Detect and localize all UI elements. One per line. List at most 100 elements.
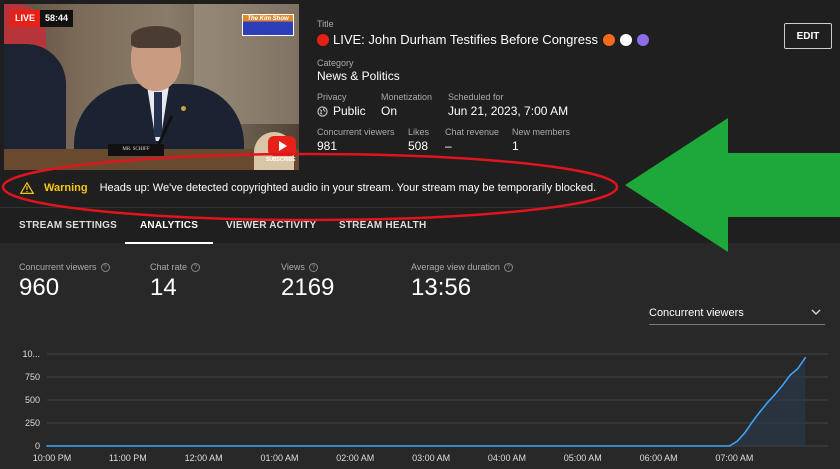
stat-avg-duration-label-text: Average view duration bbox=[411, 262, 500, 272]
x-tick-label: 10:00 PM bbox=[33, 453, 72, 463]
stat-concurrent-value: 960 bbox=[19, 274, 60, 301]
tab-analytics[interactable]: ANALYTICS bbox=[124, 208, 214, 244]
x-tick-label: 01:00 AM bbox=[260, 453, 298, 463]
viewers-points bbox=[46, 356, 807, 447]
x-tick-label: 12:00 AM bbox=[185, 453, 223, 463]
stat-concurrent-label: Concurrent viewers? bbox=[19, 262, 110, 272]
help-icon[interactable]: ? bbox=[308, 262, 318, 272]
data-point bbox=[736, 440, 738, 443]
data-point bbox=[774, 393, 776, 396]
lapel-pin bbox=[181, 106, 186, 111]
tab-stream-settings[interactable]: STREAM SETTINGS bbox=[19, 208, 117, 244]
stat-views-label: Views? bbox=[281, 262, 318, 272]
concurrent-viewers-chart: 0 250 500 750 10... 10:00 PM 11:00 PM 12:00 AM… bbox=[22, 349, 828, 463]
stat-views-value: 2169 bbox=[281, 274, 335, 301]
live-label: LIVE bbox=[10, 10, 41, 27]
y-tick-label: 750 bbox=[25, 372, 40, 382]
x-tick-label: 05:00 AM bbox=[564, 453, 602, 463]
x-axis-ticks: 10:00 PM 11:00 PM 12:00 AM 01:00 AM 02:00 AM… bbox=[33, 453, 754, 463]
chevron-down-icon bbox=[811, 309, 821, 315]
chart-grid bbox=[47, 353, 828, 447]
help-icon[interactable]: ? bbox=[100, 262, 110, 272]
edit-button[interactable]: EDIT bbox=[784, 23, 832, 49]
purple-circle-icon bbox=[636, 33, 649, 46]
privacy-text: Public bbox=[333, 104, 366, 118]
x-tick-label: 03:00 AM bbox=[412, 453, 450, 463]
monetization-label: Monetization bbox=[381, 92, 433, 102]
nameplate: MR. SCHIFF bbox=[108, 144, 164, 156]
stream-title-text: LIVE: John Durham Testifies Before Congr… bbox=[333, 32, 598, 47]
x-tick-label: 04:00 AM bbox=[488, 453, 526, 463]
elapsed-time: 58:44 bbox=[40, 10, 74, 27]
privacy-label: Privacy bbox=[317, 92, 347, 102]
stat-views-label-text: Views bbox=[281, 262, 305, 272]
metric-select[interactable]: Concurrent viewers bbox=[649, 303, 825, 325]
monetization-value: On bbox=[381, 104, 398, 118]
title-label: Title bbox=[317, 19, 334, 29]
red-circle-icon bbox=[317, 33, 329, 46]
data-point bbox=[743, 432, 746, 434]
stream-preview[interactable]: MR. SCHIFF LIVE 58:44 The Kim Show SUBSC… bbox=[4, 4, 299, 170]
concurrent-value: 981 bbox=[317, 139, 338, 153]
stream-title: LIVE: John Durham Testifies Before Congr… bbox=[317, 32, 649, 47]
play-icon bbox=[268, 136, 296, 156]
y-axis-ticks: 0 250 500 750 10... bbox=[22, 349, 40, 451]
tab-bar: STREAM SETTINGS ANALYTICS VIEWER ACTIVIT… bbox=[0, 207, 840, 244]
copyright-warning-banner: Warning Heads up: We've detected copyrig… bbox=[0, 175, 620, 201]
channel-logo: The Kim Show bbox=[242, 14, 294, 36]
warning-label: Warning bbox=[44, 182, 88, 194]
viewers-line bbox=[47, 357, 806, 447]
help-icon[interactable]: ? bbox=[503, 262, 513, 272]
likes-label: Likes bbox=[408, 127, 430, 137]
chat-revenue-label: Chat revenue bbox=[445, 127, 500, 137]
help-icon[interactable]: ? bbox=[191, 262, 201, 272]
data-point bbox=[800, 362, 803, 364]
data-point bbox=[766, 401, 769, 404]
warning-message: Heads up: We've detected copyrighted aud… bbox=[99, 182, 597, 194]
category-label: Category bbox=[317, 58, 354, 68]
data-point bbox=[804, 356, 807, 359]
data-point bbox=[758, 411, 761, 413]
orange-circle-icon bbox=[602, 33, 615, 46]
privacy-value: Public bbox=[317, 104, 366, 118]
stream-header: MR. SCHIFF LIVE 58:44 The Kim Show SUBSC… bbox=[0, 0, 840, 207]
stat-chat-rate-label: Chat rate? bbox=[150, 262, 201, 272]
stat-chat-rate-label-text: Chat rate bbox=[150, 262, 188, 272]
chat-revenue-value: – bbox=[445, 139, 452, 153]
tab-viewer-activity[interactable]: VIEWER ACTIVITY bbox=[226, 208, 316, 244]
data-point bbox=[46, 445, 48, 447]
scheduled-label: Scheduled for bbox=[448, 92, 504, 102]
stat-avg-duration-value: 13:56 bbox=[411, 274, 472, 301]
x-tick-label: 06:00 AM bbox=[640, 453, 678, 463]
new-members-value: 1 bbox=[512, 139, 519, 153]
likes-value: 508 bbox=[408, 139, 429, 153]
y-tick-label: 0 bbox=[35, 441, 40, 451]
stat-avg-duration-label: Average view duration? bbox=[411, 262, 513, 272]
warning-icon bbox=[20, 182, 34, 194]
globe-icon bbox=[317, 105, 328, 117]
metric-select-value: Concurrent viewers bbox=[649, 307, 744, 319]
viewers-area bbox=[47, 357, 806, 446]
preview-speaker-tie bbox=[154, 92, 162, 137]
y-tick-label: 500 bbox=[25, 395, 40, 405]
stat-concurrent-label-text: Concurrent viewers bbox=[19, 262, 97, 272]
data-point bbox=[728, 445, 731, 447]
data-point bbox=[796, 367, 799, 370]
subscribe-watermark: SUBSCRIBE bbox=[266, 157, 296, 163]
category-value: News & Politics bbox=[317, 69, 400, 83]
y-tick-label: 250 bbox=[25, 418, 40, 428]
data-point bbox=[751, 421, 753, 423]
x-tick-label: 02:00 AM bbox=[336, 453, 374, 463]
tab-stream-health[interactable]: STREAM HEALTH bbox=[339, 208, 426, 244]
x-tick-label: 11:00 PM bbox=[109, 453, 147, 463]
concurrent-label: Concurrent viewers bbox=[317, 127, 395, 137]
preview-speaker-hair bbox=[131, 26, 181, 48]
x-tick-label: 07:00 AM bbox=[715, 453, 753, 463]
scheduled-value: Jun 21, 2023, 7:00 AM bbox=[448, 104, 569, 118]
data-point bbox=[781, 384, 784, 387]
stat-chat-rate-value: 14 bbox=[150, 274, 177, 301]
white-circle-icon bbox=[619, 33, 632, 46]
live-badge: LIVE 58:44 bbox=[10, 10, 74, 27]
y-tick-label: 10... bbox=[22, 349, 40, 359]
data-point bbox=[789, 374, 791, 376]
